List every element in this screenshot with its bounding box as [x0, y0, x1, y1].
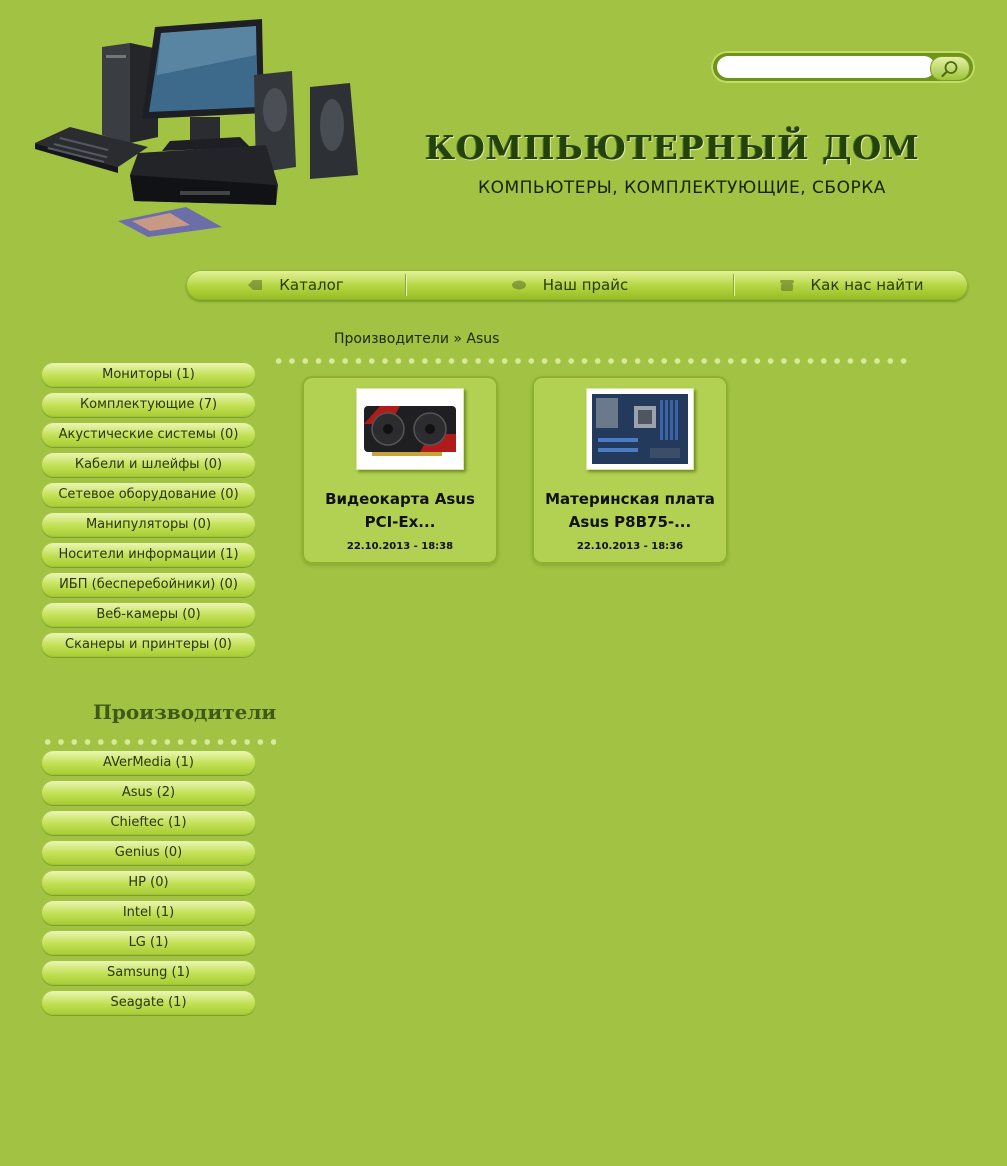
price-tag-icon: [511, 280, 526, 290]
main-nav: Каталог Наш прайс Как нас найти: [186, 270, 968, 300]
manufacturer-item[interactable]: Genius (0): [41, 840, 256, 865]
tag-icon: [248, 280, 263, 290]
nav-catalog-label: Каталог: [279, 276, 344, 294]
category-item[interactable]: Манипуляторы (0): [41, 512, 256, 537]
nav-contacts-label: Как нас найти: [810, 276, 924, 294]
manufacturer-item[interactable]: Seagate (1): [41, 990, 256, 1015]
category-item[interactable]: Акустические системы (0): [41, 422, 256, 447]
category-item[interactable]: Веб-камеры (0): [41, 602, 256, 627]
product-title-line: Материнская плата: [545, 490, 715, 508]
manufacturer-item[interactable]: Asus (2): [41, 780, 256, 805]
search-box: [711, 51, 975, 83]
category-item[interactable]: ИБП (бесперебойники) (0): [41, 572, 256, 597]
manufacturer-item[interactable]: Intel (1): [41, 900, 256, 925]
header-computer-illustration: [30, 15, 370, 240]
product-title[interactable]: Материнская плата Asus P8B75-...: [532, 488, 728, 534]
product-card: Материнская плата Asus P8B75-... 22.10.2…: [532, 376, 728, 564]
category-item[interactable]: Носители информации (1): [41, 542, 256, 567]
product-title-line: PCI-Ex...: [364, 513, 436, 531]
motherboard-image[interactable]: [586, 388, 694, 470]
product-title[interactable]: Видеокарта Asus PCI-Ex...: [302, 488, 498, 534]
breadcrumb-separator: »: [453, 331, 462, 347]
manufacturer-item[interactable]: LG (1): [41, 930, 256, 955]
category-item[interactable]: Комплектующие (7): [41, 392, 256, 417]
site-subtitle: КОМПЬЮТЕРЫ, КОМПЛЕКТУЮЩИЕ, СБОРКА: [478, 178, 886, 198]
nav-price-label: Наш прайс: [542, 276, 629, 294]
site-title: КОМПЬЮТЕРНЫЙ ДОМ: [425, 128, 920, 167]
search-button[interactable]: [930, 56, 970, 81]
category-item[interactable]: Кабели и шлейфы (0): [41, 452, 256, 477]
manufacturer-item[interactable]: AVerMedia (1): [41, 750, 256, 775]
search-icon: [941, 60, 958, 77]
product-title-line: Видеокарта Asus: [325, 490, 475, 508]
graphics-card-image[interactable]: [356, 388, 464, 470]
breadcrumb-parent-link[interactable]: Производители: [334, 331, 449, 347]
product-title-line: Asus P8B75-...: [568, 513, 692, 531]
manufacturer-item[interactable]: HP (0): [41, 870, 256, 895]
product-card: Видеокарта Asus PCI-Ex... 22.10.2013 - 1…: [302, 376, 498, 564]
nav-catalog[interactable]: Каталог: [186, 270, 405, 300]
nav-contacts[interactable]: Как нас найти: [734, 270, 968, 300]
breadcrumb-current: Asus: [466, 331, 500, 347]
category-item[interactable]: Сетевое оборудование (0): [41, 482, 256, 507]
search-input[interactable]: [717, 56, 935, 78]
sidebar-divider: [41, 739, 276, 745]
category-menu: Мониторы (1) Комплектующие (7) Акустичес…: [41, 362, 256, 662]
category-item[interactable]: Мониторы (1): [41, 362, 256, 387]
nav-price[interactable]: Наш прайс: [406, 270, 733, 300]
manufacturer-item[interactable]: Samsung (1): [41, 960, 256, 985]
category-item[interactable]: Сканеры и принтеры (0): [41, 632, 256, 657]
product-date: 22.10.2013 - 18:38: [346, 541, 454, 552]
phone-icon: [779, 280, 794, 291]
manufacturer-menu: AVerMedia (1) Asus (2) Chieftec (1) Geni…: [41, 750, 256, 1020]
manufacturer-item[interactable]: Chieftec (1): [41, 810, 256, 835]
product-date: 22.10.2013 - 18:36: [576, 541, 684, 552]
content-divider: [272, 358, 912, 364]
breadcrumb: Производители » Asus: [334, 331, 499, 347]
manufacturers-heading: Производители: [93, 700, 277, 724]
